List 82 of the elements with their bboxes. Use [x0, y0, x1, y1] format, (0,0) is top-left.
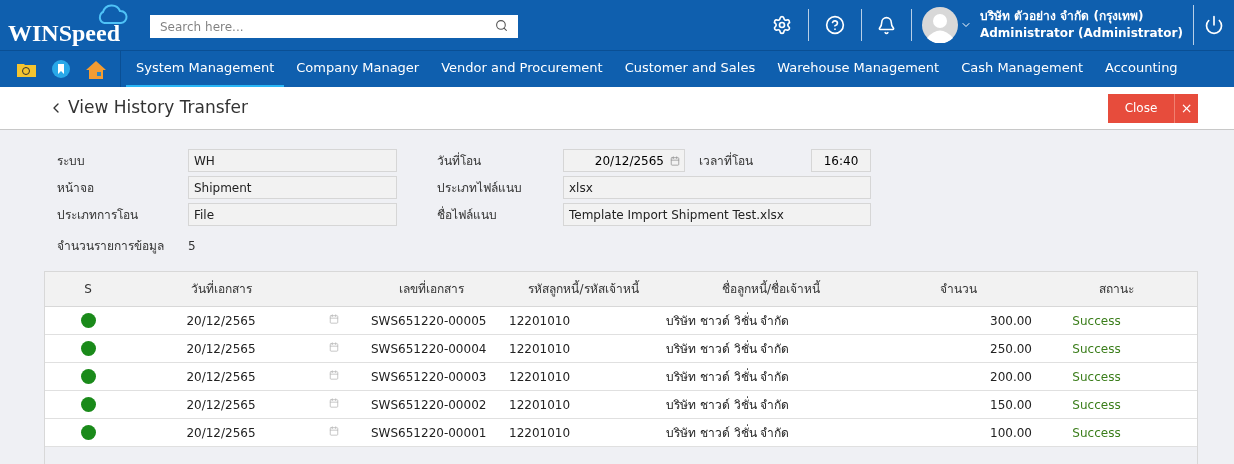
status-text: Success — [1072, 312, 1121, 330]
home-icon — [86, 59, 106, 79]
avatar-icon — [921, 7, 958, 43]
calendar-icon — [328, 314, 339, 324]
transfer-type-field[interactable]: File — [188, 203, 397, 226]
column-header: จำนวน — [940, 281, 977, 298]
record-count: 5 — [188, 238, 196, 255]
status-text: Success — [1072, 424, 1121, 442]
file-type-field[interactable]: xlsx — [563, 176, 871, 199]
menu-tab[interactable]: Vendor and Procurement — [431, 51, 613, 87]
table-cell-text: 12201010 — [508, 424, 572, 442]
close-menu-button[interactable]: × — [1174, 93, 1198, 123]
table-cell-text: SWS651220-00001 — [370, 424, 488, 442]
table-cell-text: 250.00 — [990, 340, 1033, 358]
search-field[interactable]: Search here... — [150, 15, 518, 38]
table-cell-text: บริษัท ชาวด์ วิชั่น จำกัด — [665, 395, 791, 414]
column-header: เลขที่เอกสาร — [398, 280, 464, 298]
table-cell-text: 20/12/2565 — [186, 424, 256, 442]
calendar-icon — [328, 426, 339, 436]
logo: WINSpeed — [8, 3, 130, 47]
company-name: บริษัท ตัวอย่าง จำกัด (กรุงเทพ) — [979, 8, 1145, 25]
table-cell-text: 20/12/2565 — [186, 312, 256, 330]
power-icon[interactable] — [1204, 15, 1224, 35]
table-cell-text: SWS651220-00004 — [370, 340, 488, 358]
table-cell-text: 20/12/2565 — [186, 368, 256, 386]
table-cell-text: บริษัท ชาวด์ วิชั่น จำกัด — [665, 423, 791, 442]
help-icon[interactable] — [824, 15, 845, 35]
field-label: ระบบ — [57, 152, 86, 170]
page-title: View History Transfer — [68, 96, 248, 120]
user-name: Administrator (Administrator) — [979, 25, 1183, 42]
settings-icon[interactable] — [771, 15, 792, 35]
table-cell-text: บริษัท ชาวด์ วิชั่น จำกัด — [665, 367, 791, 386]
calendar-icon — [328, 342, 339, 352]
field-label: ชื่อไฟล์แนบ — [437, 205, 498, 224]
table-cell-text: 200.00 — [990, 368, 1033, 386]
date-field[interactable]: 20/12/2565 — [563, 149, 685, 172]
menu-tab[interactable]: Cash Management — [951, 51, 1094, 87]
column-header: สถานะ — [1099, 281, 1134, 298]
table-cell-text: 20/12/2565 — [186, 340, 256, 358]
calendar-icon — [328, 398, 339, 408]
column-header: ชื่อลูกหนี้/ชื่อเจ้าหนี้ — [721, 280, 820, 298]
table-cell-text: 300.00 — [990, 312, 1033, 330]
field-label: วันที่โอน — [437, 151, 482, 170]
search-icon — [495, 18, 508, 32]
cloud-icon — [96, 3, 128, 25]
field-label: ประเภทการโอน — [57, 206, 139, 224]
system-field[interactable]: WH — [188, 149, 397, 172]
table-cell-text: 100.00 — [990, 424, 1033, 442]
table-cell-text: 12201010 — [508, 340, 572, 358]
table-cell-text: SWS651220-00005 — [370, 312, 488, 330]
field-label: หน้าจอ — [57, 179, 95, 197]
status-text: Success — [1072, 396, 1121, 414]
table-cell-text: SWS651220-00002 — [370, 396, 488, 414]
table-cell-text: 12201010 — [508, 368, 572, 386]
menu-tab[interactable]: Customer and Sales — [614, 51, 766, 87]
table-cell-text: SWS651220-00003 — [370, 368, 488, 386]
table-cell-text: บริษัท ชาวด์ วิชั่น จำกัด — [665, 311, 791, 330]
menu-tab[interactable]: Company Manager — [286, 51, 430, 87]
field-label: ประเภทไฟล์แนบ — [437, 179, 523, 197]
column-header: S — [84, 281, 92, 298]
table-cell-text: 20/12/2565 — [186, 396, 256, 414]
table-cell-text: 150.00 — [990, 396, 1033, 414]
time-field[interactable]: 16:40 — [811, 149, 871, 172]
close-button[interactable]: Close — [1108, 93, 1174, 123]
column-header: รหัสลูกหนี้/รหัสเจ้าหนี้ — [528, 280, 639, 298]
menu-tab[interactable]: Warehouse Management — [767, 51, 950, 87]
field-label: จำนวนรายการข้อมูล — [57, 238, 165, 255]
folder-icon — [17, 61, 36, 77]
field-label: เวลาที่โอน — [699, 151, 754, 170]
column-header: วันที่เอกสาร — [190, 280, 252, 298]
table-cell-text: บริษัท ชาวด์ วิชั่น จำกัด — [665, 339, 791, 358]
status-text: Success — [1072, 340, 1121, 358]
bookmark-icon — [52, 60, 70, 78]
screen-field[interactable]: Shipment — [188, 176, 397, 199]
table-cell-text: 12201010 — [508, 396, 572, 414]
calendar-icon — [328, 370, 339, 380]
notification-icon[interactable] — [876, 15, 896, 35]
table-cell-text: 12201010 — [508, 312, 572, 330]
file-name-field[interactable]: Template Import Shipment Test.xlsx — [563, 203, 871, 226]
menu-tab[interactable]: Accounting — [1095, 51, 1188, 87]
status-text: Success — [1072, 368, 1121, 386]
calendar-icon — [670, 155, 680, 166]
